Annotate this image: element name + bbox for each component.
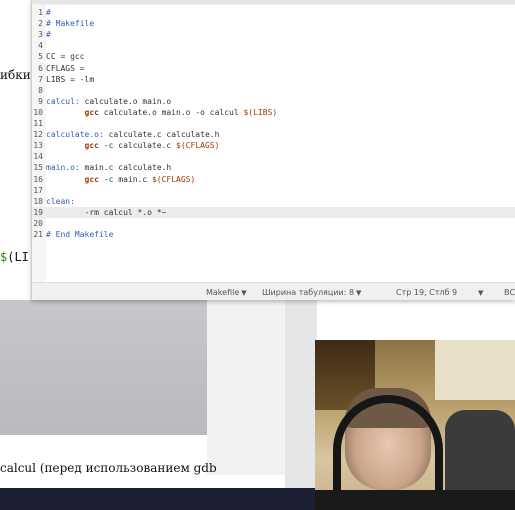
line-number: 4 xyxy=(38,41,43,51)
code-line[interactable]: 7 LIBS = -lm xyxy=(32,74,515,85)
code-line[interactable]: 21 # End Makefile xyxy=(32,229,515,240)
code-token-plain: -rm calcul *.o *~ xyxy=(46,207,167,217)
code-token-plain: -c calculate.c xyxy=(98,141,177,151)
language-selector[interactable]: Makefile ▼ xyxy=(206,288,247,297)
code-line[interactable]: 11 xyxy=(32,118,515,129)
line-number: 20 xyxy=(33,218,43,228)
code-token-target: calculate.o: xyxy=(46,130,104,140)
code-token-kw: gcc xyxy=(84,141,99,151)
code-line[interactable]: 20 xyxy=(32,218,515,229)
line-number: 8 xyxy=(38,85,43,95)
document-text-fragment: ибки xyxy=(0,68,31,82)
line-number: 9 xyxy=(38,96,43,106)
line-number: 11 xyxy=(33,119,43,128)
code-token-var: $(LIBS) xyxy=(243,107,278,117)
editor-titlebar-edge xyxy=(32,0,515,4)
code-line[interactable]: 1 # xyxy=(32,7,515,18)
line-number: 1 xyxy=(38,8,43,17)
code-line[interactable]: 3 # xyxy=(32,29,515,40)
code-token-var: $(CFLAGS) xyxy=(176,141,220,151)
document-image-area xyxy=(0,300,207,435)
line-number: 16 xyxy=(33,174,43,184)
line-number: 10 xyxy=(33,107,43,117)
code-token-kw: gcc xyxy=(84,107,99,117)
code-line[interactable]: 13 gcc -c calculate.c $(CFLAGS) xyxy=(32,140,515,151)
document-image-margin-right xyxy=(285,300,317,500)
line-number: 21 xyxy=(33,230,43,239)
code-token-plain: CC = gcc xyxy=(46,52,85,62)
code-line[interactable]: 17 xyxy=(32,185,515,196)
document-image-margin xyxy=(207,300,285,475)
code-token-comment: # xyxy=(46,8,51,17)
cursor-position[interactable]: Стр 19, Стлб 9 xyxy=(396,288,457,297)
code-line[interactable]: 6 CFLAGS = xyxy=(32,63,515,74)
tab-width-selector[interactable]: Ширина табуляции: 8 ▼ xyxy=(262,288,361,297)
code-editor-area[interactable]: 1 #2 # Makefile 3 #4 5 CC = gcc 6 CFLAGS = 7 LIBS … xyxy=(32,5,515,282)
code-token-target: clean: xyxy=(46,196,75,206)
line-number: 5 xyxy=(38,52,43,62)
code-token-comment: # End Makefile xyxy=(46,230,114,239)
insert-mode-indicator[interactable]: ВС xyxy=(504,288,515,297)
line-number: 12 xyxy=(33,130,43,140)
code-line[interactable]: 4 xyxy=(32,40,515,51)
line-number: 6 xyxy=(38,63,43,73)
code-libs-fragment: (LI xyxy=(7,250,29,264)
code-token-kw: gcc xyxy=(84,174,99,184)
code-line[interactable]: 9 calcul: calculate.o main.o xyxy=(32,96,515,107)
code-token-comment: # xyxy=(46,30,51,40)
code-line[interactable]: 16 gcc -c main.c $(CFLAGS) xyxy=(32,174,515,185)
code-token-target: main.o: xyxy=(46,163,80,173)
line-number: 17 xyxy=(33,185,43,195)
document-code-fragment: $(LI xyxy=(0,250,29,264)
code-token-plain: main.c calculate.h xyxy=(79,163,172,173)
code-token-plain: CFLAGS = xyxy=(46,63,85,73)
editor-statusbar: Makefile ▼ Ширина табуляции: 8 ▼ Стр 19, С… xyxy=(32,282,515,300)
position-menu-toggle[interactable]: ▼ xyxy=(476,288,483,297)
code-line[interactable]: 14 xyxy=(32,151,515,162)
code-line[interactable]: 12 calculate.o: calculate.c calculate.h xyxy=(32,129,515,140)
document-caption: calcul (перед использованием gdb xyxy=(0,461,217,475)
code-token-comment: # Makefile xyxy=(46,19,95,29)
text-editor-window[interactable]: 1 #2 # Makefile 3 #4 5 CC = gcc 6 CFLAGS = 7 LIBS … xyxy=(31,0,515,300)
code-token-plain: -c main.c xyxy=(98,174,152,184)
line-number: 2 xyxy=(38,19,43,29)
line-number: 7 xyxy=(38,74,43,84)
webcam-background-window xyxy=(435,340,515,400)
code-token-plain: LIBS = -lm xyxy=(46,74,95,84)
code-line[interactable]: 19 -rm calcul *.o *~ xyxy=(32,206,515,218)
webcam-person-body xyxy=(315,490,515,510)
chevron-down-icon: ▼ xyxy=(356,289,362,297)
chevron-down-icon: ▼ xyxy=(241,289,247,297)
code-line[interactable]: 18 clean: xyxy=(32,196,515,207)
code-line[interactable]: 10 gcc calculate.o main.o -o calcul $(LI… xyxy=(32,107,515,118)
code-token-plain: calculate.o main.o -o calcul xyxy=(98,107,244,117)
line-number: 13 xyxy=(33,141,43,151)
line-number: 19 xyxy=(33,207,43,217)
webcam-feed xyxy=(315,340,515,510)
chevron-down-icon: ▼ xyxy=(478,289,484,297)
line-number: 14 xyxy=(33,152,43,162)
code-line[interactable]: 2 # Makefile xyxy=(32,18,515,29)
line-number: 3 xyxy=(38,30,43,40)
code-line[interactable]: 5 CC = gcc xyxy=(32,51,515,62)
line-number: 18 xyxy=(33,196,43,206)
code-token-target: calcul: xyxy=(46,96,80,106)
line-number: 15 xyxy=(33,163,43,173)
code-token-plain: calculate.c calculate.h xyxy=(103,130,220,140)
code-line[interactable]: 15 main.o: main.c calculate.h xyxy=(32,162,515,173)
code-token-var: $(CFLAGS) xyxy=(151,174,196,184)
headset-icon xyxy=(333,395,443,495)
code-token-plain: calculate.o main.o xyxy=(79,96,172,106)
code-line[interactable]: 8 xyxy=(32,85,515,96)
